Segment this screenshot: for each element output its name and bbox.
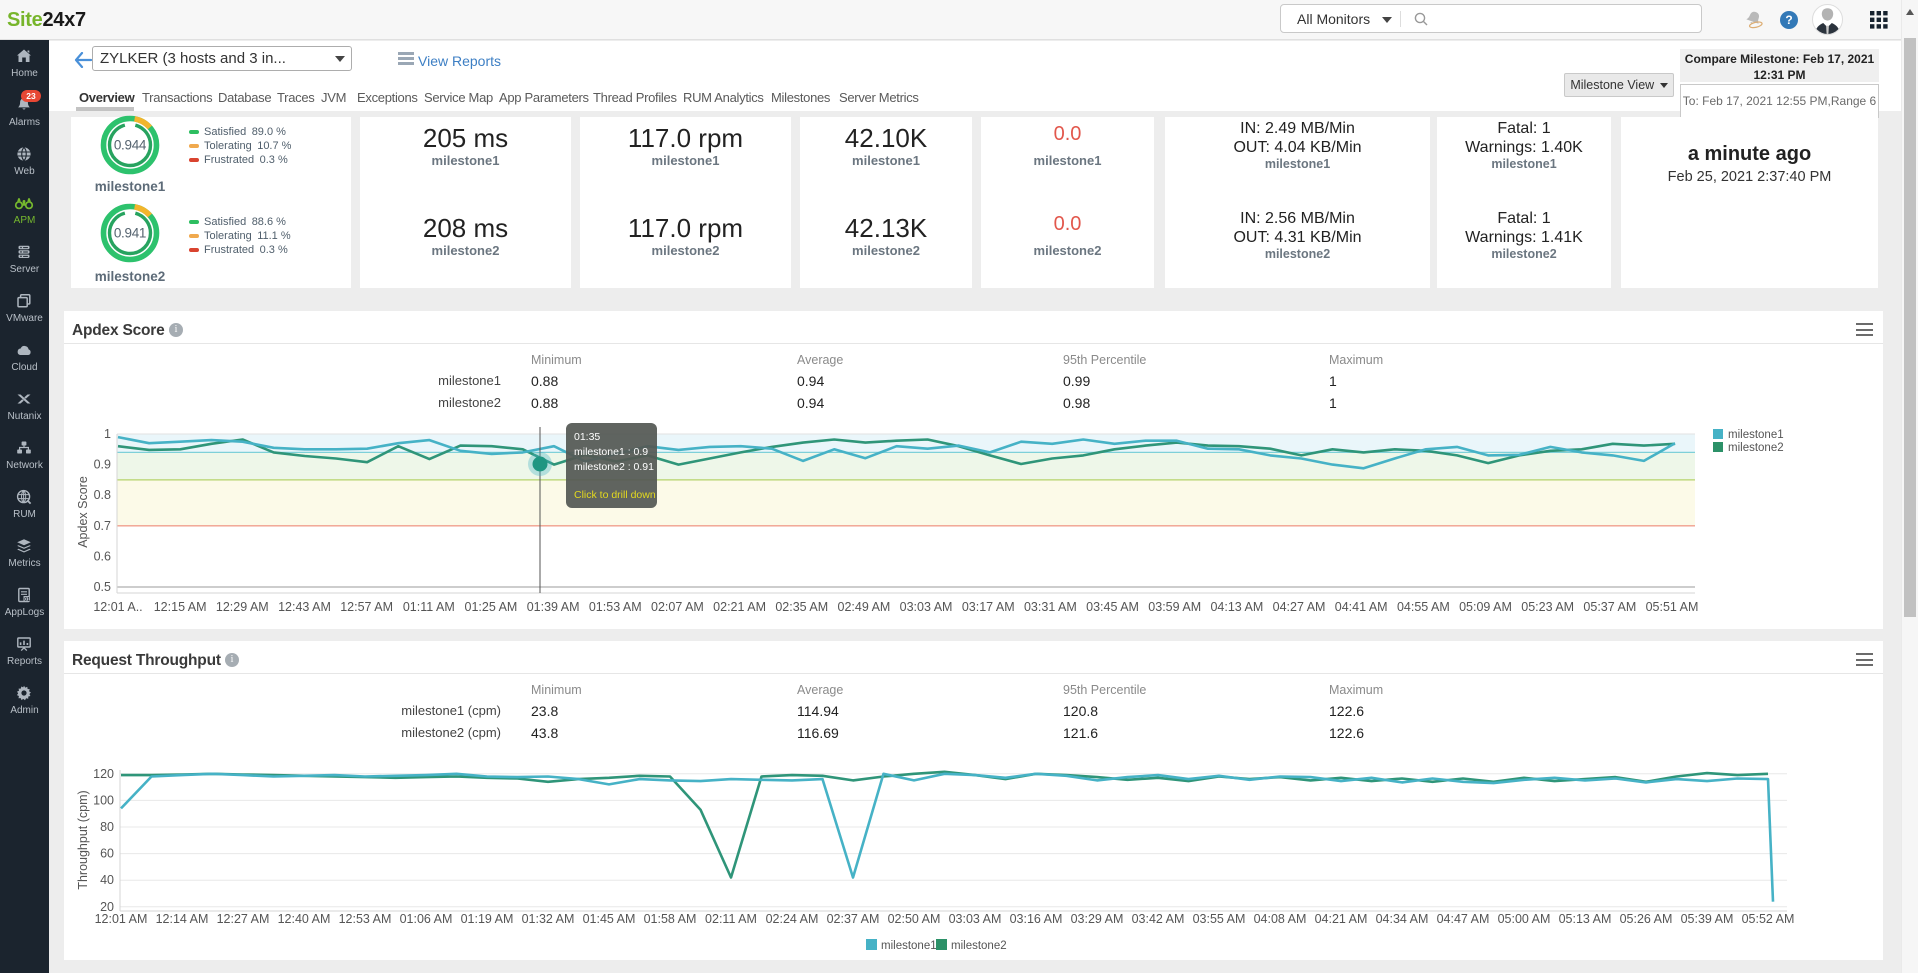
svg-text:80: 80 xyxy=(100,820,114,834)
svg-text:01:53 AM: 01:53 AM xyxy=(589,600,642,614)
svg-text:03:03 AM: 03:03 AM xyxy=(949,912,1002,926)
svg-text:12:53 AM: 12:53 AM xyxy=(339,912,392,926)
svg-text:12:01 AM: 12:01 AM xyxy=(95,912,148,926)
svg-text:01:45 AM: 01:45 AM xyxy=(583,912,636,926)
svg-text:40: 40 xyxy=(100,873,114,887)
svg-text:05:52 AM: 05:52 AM xyxy=(1742,912,1795,926)
svg-text:03:55 AM: 03:55 AM xyxy=(1193,912,1246,926)
svg-text:0.6: 0.6 xyxy=(94,549,111,563)
svg-text:1: 1 xyxy=(104,427,111,441)
svg-text:04:08 AM: 04:08 AM xyxy=(1254,912,1307,926)
svg-text:milestone2: milestone2 xyxy=(951,940,1007,952)
svg-text:01:19 AM: 01:19 AM xyxy=(461,912,514,926)
svg-text:04:47 AM: 04:47 AM xyxy=(1437,912,1490,926)
svg-text:02:07 AM: 02:07 AM xyxy=(651,600,704,614)
svg-text:05:00 AM: 05:00 AM xyxy=(1498,912,1551,926)
svg-text:05:39 AM: 05:39 AM xyxy=(1681,912,1734,926)
svg-text:12:29 AM: 12:29 AM xyxy=(216,600,269,614)
svg-text:12:57 AM: 12:57 AM xyxy=(340,600,393,614)
svg-text:03:03 AM: 03:03 AM xyxy=(900,600,953,614)
svg-text:03:31 AM: 03:31 AM xyxy=(1024,600,1077,614)
svg-text:05:51 AM: 05:51 AM xyxy=(1646,600,1699,614)
svg-text:12:43 AM: 12:43 AM xyxy=(278,600,331,614)
svg-text:12:14 AM: 12:14 AM xyxy=(156,912,209,926)
svg-text:05:13 AM: 05:13 AM xyxy=(1559,912,1612,926)
svg-text:04:13 AM: 04:13 AM xyxy=(1210,600,1263,614)
svg-text:60: 60 xyxy=(100,847,114,861)
svg-text:0.5: 0.5 xyxy=(94,580,111,594)
svg-text:05:37 AM: 05:37 AM xyxy=(1583,600,1636,614)
svg-text:Throughput (cpm): Throughput (cpm) xyxy=(76,790,90,889)
svg-text:0.8: 0.8 xyxy=(94,488,111,502)
svg-text:0.944: 0.944 xyxy=(114,138,147,153)
svg-text:03:17 AM: 03:17 AM xyxy=(962,600,1015,614)
svg-text:12:15 AM: 12:15 AM xyxy=(154,600,207,614)
svg-text:milestone1: milestone1 xyxy=(1728,429,1784,441)
svg-text:03:16 AM: 03:16 AM xyxy=(1010,912,1063,926)
svg-text:02:21 AM: 02:21 AM xyxy=(713,600,766,614)
svg-text:12:27 AM: 12:27 AM xyxy=(217,912,270,926)
svg-text:04:55 AM: 04:55 AM xyxy=(1397,600,1450,614)
svg-text:02:37 AM: 02:37 AM xyxy=(827,912,880,926)
svg-text:05:23 AM: 05:23 AM xyxy=(1521,600,1574,614)
svg-text:04:27 AM: 04:27 AM xyxy=(1273,600,1326,614)
svg-text:04:34 AM: 04:34 AM xyxy=(1376,912,1429,926)
svg-text:04:41 AM: 04:41 AM xyxy=(1335,600,1388,614)
svg-text:02:24 AM: 02:24 AM xyxy=(766,912,819,926)
svg-text:02:35 AM: 02:35 AM xyxy=(775,600,828,614)
svg-text:120: 120 xyxy=(93,767,114,781)
svg-text:04:21 AM: 04:21 AM xyxy=(1315,912,1368,926)
svg-text:02:49 AM: 02:49 AM xyxy=(838,600,891,614)
svg-text:01:58 AM: 01:58 AM xyxy=(644,912,697,926)
svg-text:05:09 AM: 05:09 AM xyxy=(1459,600,1512,614)
svg-text:01:25 AM: 01:25 AM xyxy=(465,600,518,614)
svg-text:Apdex Score: Apdex Score xyxy=(76,476,90,548)
svg-text:03:29 AM: 03:29 AM xyxy=(1071,912,1124,926)
svg-text:03:42 AM: 03:42 AM xyxy=(1132,912,1185,926)
svg-text:01: 01 xyxy=(24,597,30,603)
svg-text:0.7: 0.7 xyxy=(94,519,111,533)
svg-text:12:40 AM: 12:40 AM xyxy=(278,912,331,926)
svg-text:100: 100 xyxy=(93,793,114,807)
svg-text:0.941: 0.941 xyxy=(114,226,146,241)
svg-text:milestone1: milestone1 xyxy=(881,940,937,952)
svg-text:12:01 A..: 12:01 A.. xyxy=(93,600,142,614)
svg-text:01:11 AM: 01:11 AM xyxy=(403,600,455,614)
svg-text:01:32 AM: 01:32 AM xyxy=(522,912,575,926)
svg-text:milestone2: milestone2 xyxy=(1728,442,1784,454)
svg-text:03:59 AM: 03:59 AM xyxy=(1148,600,1201,614)
svg-text:0.9: 0.9 xyxy=(94,458,111,472)
svg-text:02:11 AM: 02:11 AM xyxy=(705,912,757,926)
svg-text:03:45 AM: 03:45 AM xyxy=(1086,600,1139,614)
svg-text:01:39 AM: 01:39 AM xyxy=(527,600,580,614)
svg-text:02:50 AM: 02:50 AM xyxy=(888,912,941,926)
svg-text:01:06 AM: 01:06 AM xyxy=(400,912,453,926)
svg-text:05:26 AM: 05:26 AM xyxy=(1620,912,1673,926)
